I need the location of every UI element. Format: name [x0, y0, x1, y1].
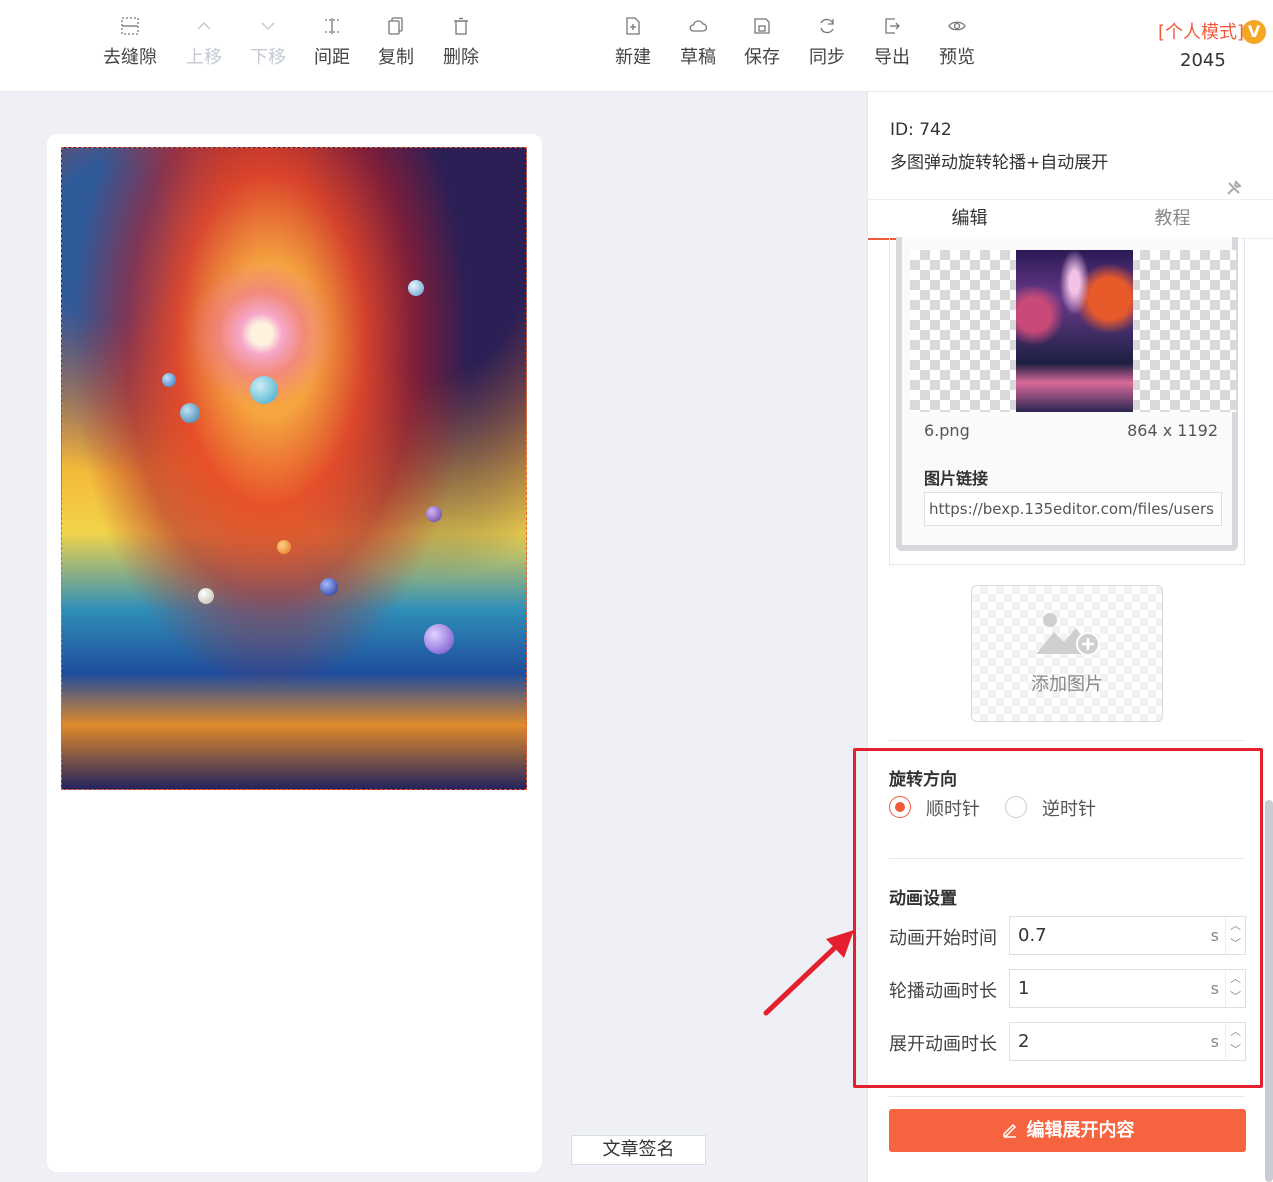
image-link-label: 图片链接	[924, 469, 989, 488]
image-card: 6.png 864 x 1192 图片链接 https://bexp.135ed…	[889, 237, 1245, 565]
new-button[interactable]: 新建	[601, 16, 665, 70]
export-icon	[860, 16, 924, 44]
delete-button[interactable]: 删除	[429, 16, 493, 70]
planet	[426, 506, 442, 522]
planet	[180, 403, 200, 423]
image-thumbnail[interactable]	[1016, 250, 1133, 412]
image-dimensions: 864 x 1192	[1127, 421, 1218, 440]
planet	[198, 588, 214, 604]
draft-button[interactable]: 草稿	[666, 16, 730, 70]
personal-mode-link[interactable]: [个人模式] V	[1158, 18, 1267, 44]
add-image-icon	[1032, 608, 1102, 662]
panel-scrollbar[interactable]	[1265, 800, 1273, 1182]
chevron-up-icon	[172, 16, 236, 44]
chevron-down-icon	[236, 16, 300, 44]
save-button[interactable]: 保存	[730, 16, 794, 70]
divider	[889, 740, 1245, 741]
copy-button[interactable]: 复制	[364, 16, 428, 70]
planet	[250, 376, 278, 404]
planet	[320, 578, 338, 596]
spacing-button[interactable]: 间距	[300, 16, 364, 70]
spacing-icon	[300, 16, 364, 44]
tab-edit[interactable]: 编辑	[868, 200, 1071, 240]
points-count: 2045	[1180, 50, 1226, 71]
tools-icon[interactable]	[1226, 180, 1242, 200]
planet	[277, 540, 291, 554]
move-up-button[interactable]: 上移	[172, 16, 236, 70]
selected-cosmic-image[interactable]	[61, 147, 527, 790]
add-image-button[interactable]: 添加图片	[971, 585, 1163, 722]
highlight-box	[853, 748, 1263, 1088]
article-signature-button[interactable]: 文章签名	[571, 1135, 706, 1165]
sync-button[interactable]: 同步	[795, 16, 859, 70]
image-filename: 6.png	[924, 421, 970, 440]
sync-icon	[795, 16, 859, 44]
export-button[interactable]: 导出	[860, 16, 924, 70]
planet	[408, 280, 424, 296]
annotation-arrow-icon	[763, 930, 854, 1016]
copy-icon	[364, 16, 428, 44]
template-id: ID: 742	[890, 120, 952, 140]
preview-button[interactable]: 预览	[925, 16, 989, 70]
move-down-button[interactable]: 下移	[236, 16, 300, 70]
add-image-label: 添加图片	[1031, 674, 1103, 695]
seam-icon	[98, 16, 162, 44]
image-card-inner: 6.png 864 x 1192 图片链接 https://bexp.135ed…	[896, 237, 1238, 551]
mode-label: [个人模式]	[1158, 22, 1245, 43]
template-title: 多图弹动旋转轮播+自动展开	[890, 153, 1109, 173]
trash-icon	[429, 16, 493, 44]
edit-expand-content-button[interactable]: 编辑展开内容	[889, 1109, 1246, 1152]
remove-gap-button[interactable]: 去缝隙	[98, 16, 162, 70]
pencil-icon	[1001, 1120, 1027, 1141]
panel-tabs: 编辑 教程	[868, 199, 1273, 240]
image-link-input[interactable]: https://bexp.135editor.com/files/users	[924, 492, 1222, 526]
cloud-icon	[666, 16, 730, 44]
new-file-icon	[601, 16, 665, 44]
edit-expand-content-label: 编辑展开内容	[1026, 1120, 1135, 1141]
eye-icon	[925, 16, 989, 44]
divider	[889, 1096, 1245, 1097]
tab-tutorial[interactable]: 教程	[1071, 200, 1273, 240]
planet	[424, 624, 454, 654]
planet	[162, 373, 176, 387]
top-toolbar: 去缝隙 上移 下移 间距 复制 删除 新建 草稿 保存 同步 导出 预览 [个人…	[0, 0, 1273, 92]
vip-badge-icon: V	[1242, 20, 1267, 44]
save-icon	[730, 16, 794, 44]
